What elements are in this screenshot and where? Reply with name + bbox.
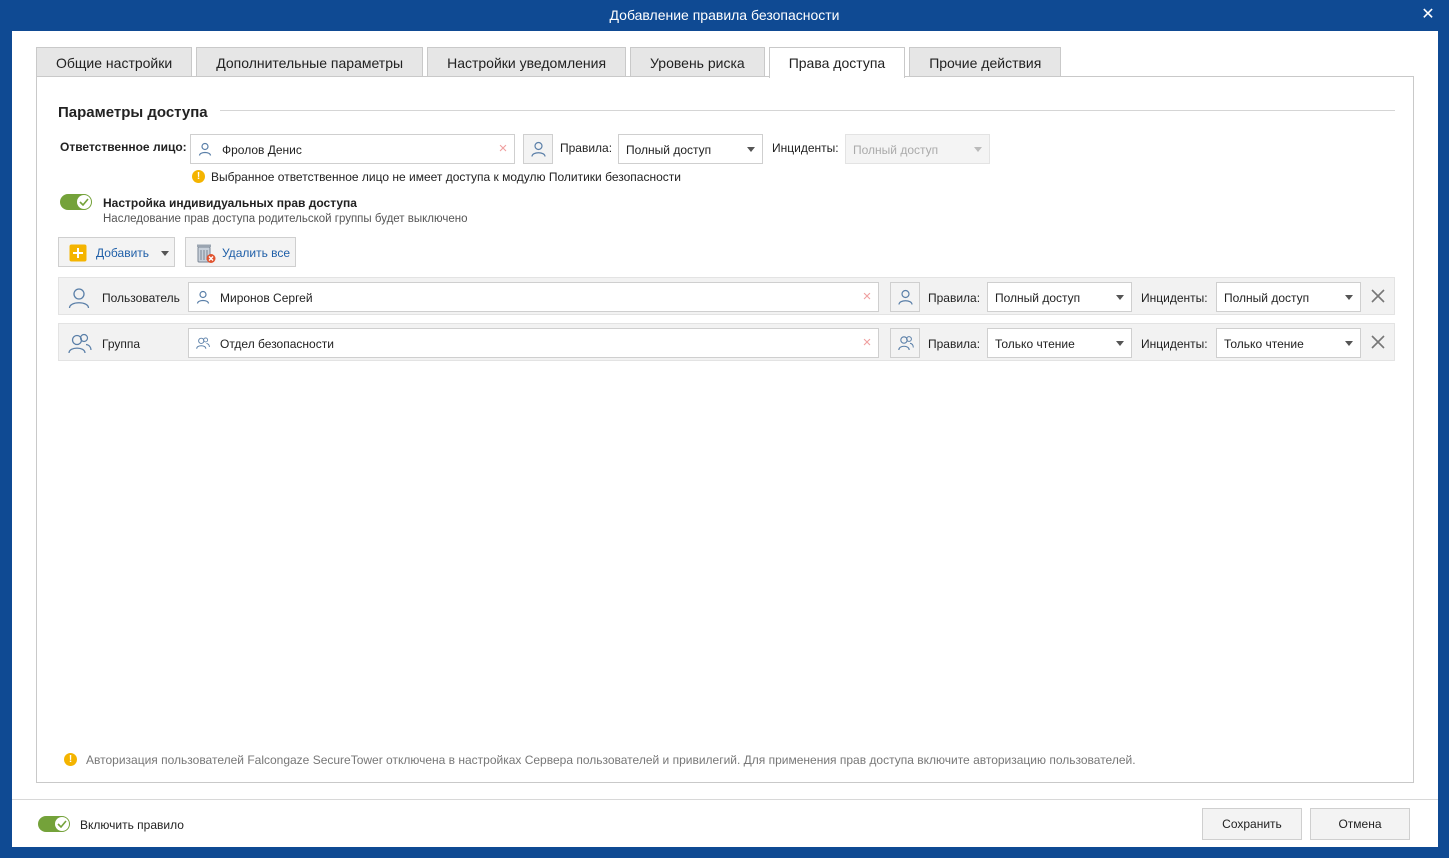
- individual-rights-hint: Наследование прав доступа родительской г…: [103, 213, 468, 225]
- access-entry-row: Пользователь Миронов Сергей × Правила: П…: [58, 277, 1395, 315]
- section-divider: [220, 110, 1395, 111]
- tab-additional-params[interactable]: Дополнительные параметры: [196, 47, 424, 77]
- user-icon: [898, 289, 913, 305]
- clear-entry-icon[interactable]: ×: [861, 289, 873, 305]
- incidents-label: Инциденты:: [772, 141, 839, 155]
- enable-rule-toggle[interactable]: [38, 816, 70, 832]
- entry-rules-label: Правила:: [928, 337, 981, 351]
- delete-all-button[interactable]: Удалить все: [185, 237, 296, 267]
- dialog-window: Общие настройки Дополнительные параметры…: [12, 31, 1438, 847]
- tab-notifications[interactable]: Настройки уведомления: [427, 47, 627, 77]
- user-icon: [198, 142, 212, 156]
- tab-access-rights[interactable]: Права доступа: [768, 47, 906, 78]
- trash-icon: [197, 244, 216, 263]
- responsible-value: Фролов Денис: [222, 143, 302, 157]
- save-button[interactable]: Сохранить: [1202, 808, 1302, 840]
- entry-name-field[interactable]: Отдел безопасности ×: [188, 328, 879, 358]
- footer-divider: [12, 799, 1438, 800]
- clear-entry-icon[interactable]: ×: [861, 335, 873, 351]
- clear-responsible-icon[interactable]: ×: [497, 141, 509, 157]
- entry-name-value: Миронов Сергей: [220, 291, 313, 305]
- responsible-incidents-value: Полный доступ: [853, 143, 939, 157]
- warning-icon: !: [64, 753, 77, 766]
- responsible-incidents-select: Полный доступ: [845, 134, 990, 164]
- add-icon: [69, 244, 87, 262]
- entry-type-label: Группа: [102, 337, 141, 351]
- responsible-label: Ответственное лицо:: [60, 140, 187, 154]
- individual-rights-toggle[interactable]: [60, 194, 92, 210]
- check-icon: [79, 198, 89, 206]
- select-group-button[interactable]: [890, 328, 920, 358]
- entry-rules-value: Полный доступ: [995, 291, 1081, 305]
- chevron-down-icon: [1116, 341, 1124, 346]
- user-icon: [68, 288, 90, 309]
- authorization-note: Авторизация пользователей Falcongaze Sec…: [86, 753, 1136, 767]
- user-icon: [196, 290, 210, 304]
- entry-incidents-label: Инциденты:: [1141, 337, 1208, 351]
- group-icon: [898, 336, 914, 351]
- chevron-down-icon: [1345, 341, 1353, 346]
- individual-rights-label: Настройка индивидуальных прав доступа: [103, 196, 357, 210]
- chevron-down-icon: [1345, 295, 1353, 300]
- responsible-field[interactable]: Фролов Денис ×: [190, 134, 515, 164]
- close-icon[interactable]: ✕: [1421, 6, 1435, 24]
- tab-other-actions[interactable]: Прочие действия: [909, 47, 1062, 77]
- entry-rules-select[interactable]: Только чтение: [987, 328, 1132, 358]
- entry-incidents-select[interactable]: Только чтение: [1216, 328, 1361, 358]
- enable-rule-label: Включить правило: [80, 818, 184, 832]
- entry-incidents-value: Только чтение: [1224, 337, 1304, 351]
- section-title: Параметры доступа: [58, 104, 208, 121]
- access-rights-panel: Параметры доступа Ответственное лицо: Фр…: [36, 76, 1414, 783]
- remove-entry-icon[interactable]: [1370, 334, 1386, 350]
- entry-rules-value: Только чтение: [995, 337, 1075, 351]
- select-user-button[interactable]: [890, 282, 920, 312]
- chevron-down-icon: [1116, 295, 1124, 300]
- select-responsible-button[interactable]: [523, 134, 553, 164]
- delete-all-label: Удалить все: [222, 246, 291, 260]
- entry-rules-label: Правила:: [928, 291, 981, 305]
- user-icon: [531, 141, 546, 157]
- responsible-rules-select[interactable]: Полный доступ: [618, 134, 763, 164]
- remove-entry-icon[interactable]: [1370, 288, 1386, 304]
- group-icon: [196, 337, 210, 349]
- entry-incidents-label: Инциденты:: [1141, 291, 1208, 305]
- entry-incidents-value: Полный доступ: [1224, 291, 1310, 305]
- window-titlebar: Добавление правила безопасности: [0, 0, 1449, 31]
- group-icon: [68, 333, 92, 354]
- entry-name-value: Отдел безопасности: [220, 337, 334, 351]
- responsible-warning-text: Выбранное ответственное лицо не имеет до…: [211, 170, 681, 184]
- entry-rules-select[interactable]: Полный доступ: [987, 282, 1132, 312]
- rules-label: Правила:: [560, 141, 613, 155]
- tab-bar: Общие настройки Дополнительные параметры…: [36, 47, 1065, 78]
- check-icon: [57, 820, 67, 828]
- warning-icon: !: [192, 170, 205, 183]
- entry-name-field[interactable]: Миронов Сергей ×: [188, 282, 879, 312]
- window-title: Добавление правила безопасности: [609, 7, 840, 23]
- entry-incidents-select[interactable]: Полный доступ: [1216, 282, 1361, 312]
- add-button-label: Добавить: [96, 246, 150, 260]
- responsible-rules-value: Полный доступ: [626, 143, 712, 157]
- tab-general[interactable]: Общие настройки: [36, 47, 193, 77]
- entry-type-label: Пользователь: [102, 291, 180, 305]
- chevron-down-icon: [974, 147, 982, 152]
- access-entry-row: Группа Отдел безопасности × Правила: Тол…: [58, 323, 1395, 361]
- cancel-button[interactable]: Отмена: [1310, 808, 1410, 840]
- add-button[interactable]: Добавить: [58, 237, 175, 267]
- chevron-down-icon: [161, 251, 169, 256]
- tab-risk-level[interactable]: Уровень риска: [630, 47, 765, 77]
- chevron-down-icon: [747, 147, 755, 152]
